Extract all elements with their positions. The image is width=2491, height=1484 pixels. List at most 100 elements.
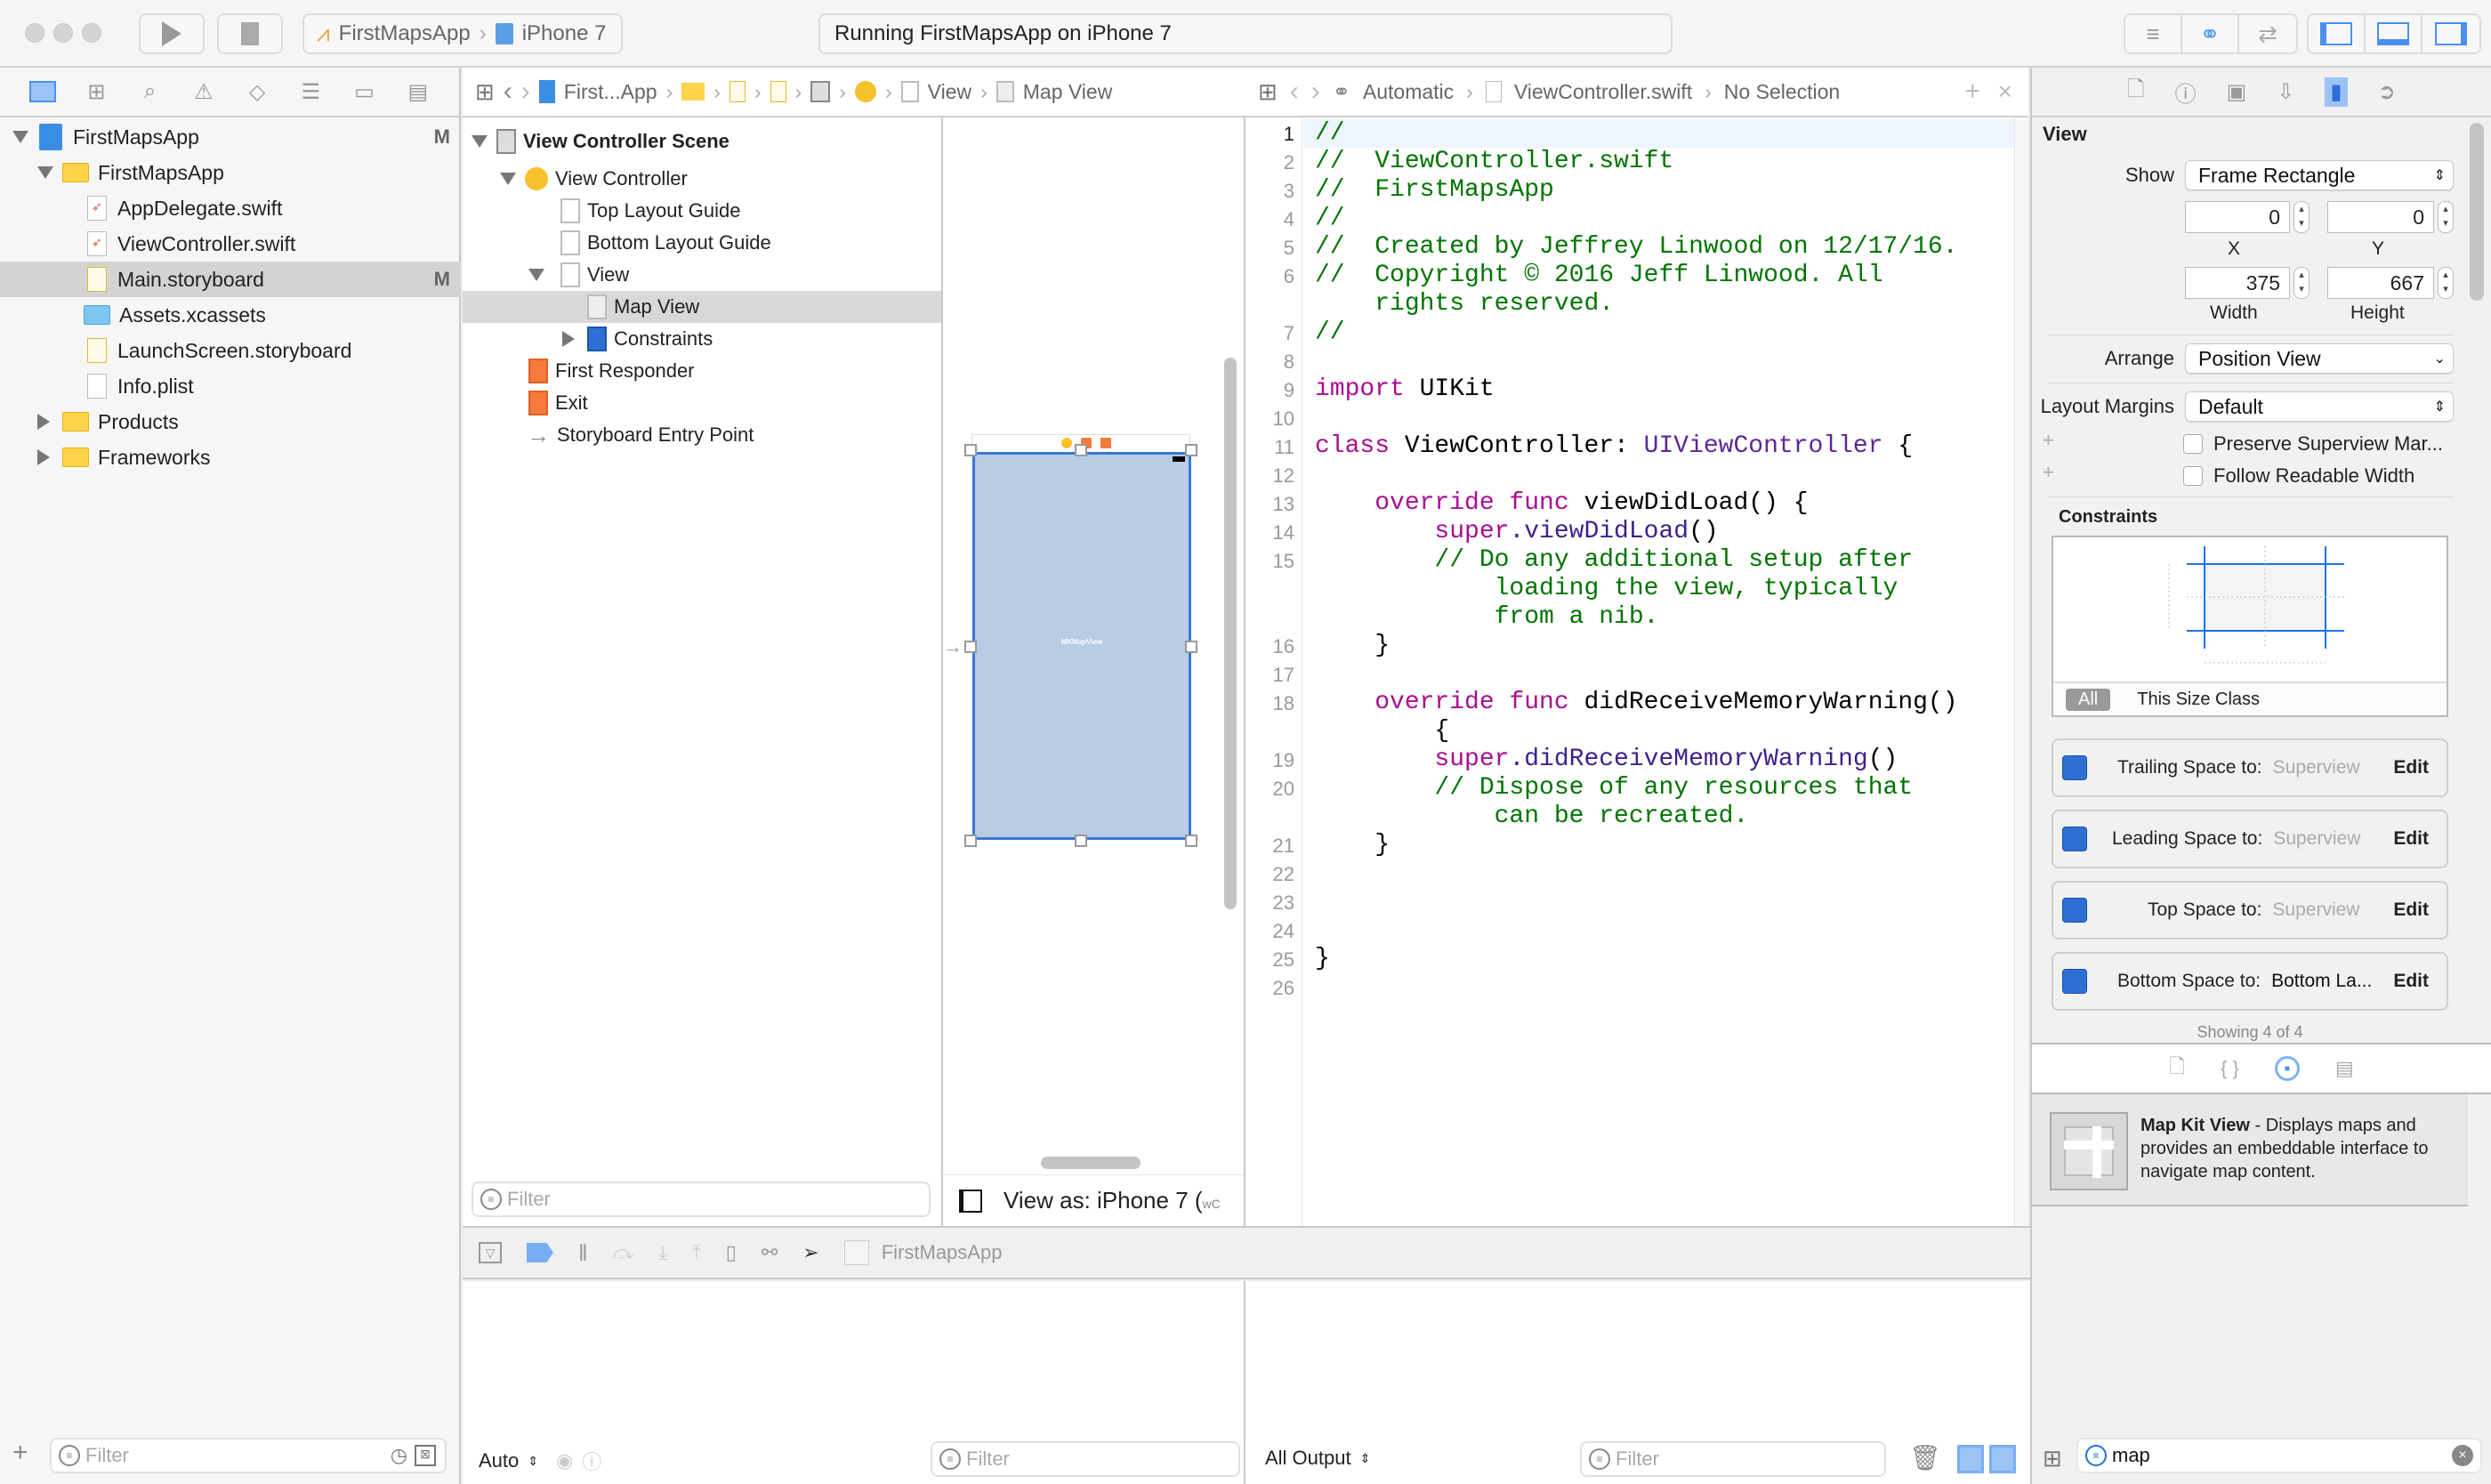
resize-handle[interactable]: [964, 835, 977, 847]
outline-item[interactable]: View Controller: [463, 163, 941, 195]
jump-selection[interactable]: No Selection: [1724, 80, 1840, 104]
disclosure-open-icon[interactable]: [472, 135, 488, 148]
x-field[interactable]: 0: [2185, 201, 2290, 233]
edit-button[interactable]: Edit: [2393, 757, 2429, 778]
add-editor-icon[interactable]: +: [1964, 77, 1980, 107]
breakpoints-toggle-icon[interactable]: [527, 1243, 553, 1262]
storyboard-canvas[interactable]: MKMapView → View as: iPhone 7 (wC: [943, 117, 1246, 1226]
resize-handle[interactable]: [1185, 641, 1197, 653]
outline-item[interactable]: Exit: [463, 387, 941, 419]
media-library-icon[interactable]: ▤: [2335, 1057, 2354, 1080]
jump-item[interactable]: Map View: [1023, 80, 1113, 104]
code-area[interactable]: // // ViewController.swift // FirstMapsA…: [1246, 117, 2028, 1226]
outline-item[interactable]: → Storyboard Entry Point: [463, 419, 941, 451]
test-diamond-icon[interactable]: ◇: [244, 80, 270, 104]
map-view-icon[interactable]: [996, 81, 1014, 102]
editor-scrollbar[interactable]: [2014, 117, 2028, 1226]
nav-item-file[interactable]: Info.plist: [0, 368, 461, 404]
resize-handle[interactable]: [964, 444, 977, 456]
memory-graph-icon[interactable]: ⚯: [762, 1241, 778, 1264]
library-item-map-kit-view[interactable]: Map Kit View - Displays maps and provide…: [2032, 1094, 2468, 1206]
quick-help-icon[interactable]: ⓘ: [2175, 77, 2197, 108]
nav-item-group[interactable]: Products: [0, 404, 461, 440]
vertical-scrollbar[interactable]: [1224, 358, 1237, 909]
disclosure-open-icon[interactable]: [12, 131, 28, 143]
console-filter-input[interactable]: ≡ Filter: [1580, 1441, 1886, 1477]
outline-item[interactable]: View: [463, 259, 941, 291]
scheme-selector[interactable]: ⩘ FirstMapsApp › iPhone 7: [302, 13, 623, 54]
constraint-card[interactable]: Top Space to: Superview Edit: [2052, 881, 2448, 940]
variables-filter-input[interactable]: ≡ Filter: [931, 1441, 1240, 1477]
connections-inspector-icon[interactable]: ➲: [2378, 79, 2396, 105]
report-icon[interactable]: ▤: [405, 80, 431, 104]
disclosure-open-icon[interactable]: [37, 166, 53, 179]
size-class-filter-button[interactable]: This Size Class: [2137, 690, 2260, 710]
clear-filter-icon[interactable]: ×: [2452, 1445, 2473, 1466]
x-stepper[interactable]: ▴ ▾: [2293, 201, 2310, 233]
forward-arrow-icon[interactable]: ›: [1311, 77, 1320, 107]
nav-item-file[interactable]: Assets.xcassets: [0, 297, 461, 333]
view-controller-icon[interactable]: [854, 81, 876, 102]
view-controller-dock-icon[interactable]: [1061, 438, 1072, 448]
navigator-filter-input[interactable]: ≡ Filter ◷ ⊠: [50, 1438, 447, 1473]
recent-clock-icon[interactable]: ◷: [391, 1444, 407, 1467]
margins-popup[interactable]: Default ⇕: [2185, 391, 2454, 422]
debug-list-icon[interactable]: ☰: [297, 80, 324, 104]
storyboard-file-icon[interactable]: [770, 81, 786, 102]
hierarchy-icon[interactable]: ⊞: [83, 80, 109, 104]
trash-icon[interactable]: 🗑: [1909, 1443, 1941, 1472]
variables-scope-selector[interactable]: Auto ⇕ ◉ ⓘ: [479, 1447, 601, 1475]
folder-icon[interactable]: [29, 81, 57, 102]
add-icon[interactable]: +: [12, 1438, 28, 1468]
pause-icon[interactable]: ‖: [578, 1239, 588, 1267]
step-out-icon[interactable]: ⤒: [692, 1241, 701, 1264]
entry-point-arrow-icon[interactable]: →: [943, 635, 963, 658]
horizontal-scrollbar[interactable]: [1041, 1157, 1141, 1169]
stop-button[interactable]: [217, 13, 283, 54]
outline-toggle-icon[interactable]: [959, 1189, 982, 1213]
code-snippet-icon[interactable]: { }: [2221, 1057, 2239, 1080]
add-variation-icon[interactable]: +: [2043, 429, 2054, 452]
run-button[interactable]: [139, 13, 205, 54]
minimize-window-button[interactable]: [53, 23, 73, 43]
version-editor-button[interactable]: ⇄: [2239, 15, 2296, 52]
nav-item-project[interactable]: FirstMapsApp M: [0, 119, 461, 155]
related-items-icon[interactable]: ⊞: [475, 78, 495, 106]
resize-handle[interactable]: [1185, 835, 1197, 847]
preserve-margins-checkbox[interactable]: [2183, 434, 2203, 454]
edit-button[interactable]: Edit: [2393, 971, 2429, 992]
nav-item-file[interactable]: ➶ AppDelegate.swift: [0, 190, 461, 226]
arrange-popup[interactable]: Position View ⌄: [2185, 343, 2454, 374]
folder-icon[interactable]: [681, 83, 705, 101]
constraint-card[interactable]: Bottom Space to: Bottom La... Edit: [2052, 952, 2448, 1011]
inspector-scrollbar[interactable]: [2470, 123, 2484, 301]
outline-item-scene[interactable]: View Controller Scene: [463, 125, 941, 157]
constraint-card[interactable]: Trailing Space to: Superview Edit: [2052, 738, 2448, 797]
disclosure-open-icon[interactable]: [528, 269, 544, 281]
close-editor-icon[interactable]: ×: [1998, 77, 2012, 106]
disclosure-closed-icon[interactable]: [37, 449, 50, 465]
view-as-button[interactable]: View as: iPhone 7 (wC: [1004, 1187, 1221, 1214]
search-icon[interactable]: ⌕: [137, 79, 164, 103]
height-stepper[interactable]: ▴ ▾: [2438, 267, 2454, 299]
view-debugger-icon[interactable]: ▯: [726, 1241, 737, 1264]
outline-item[interactable]: First Responder: [463, 355, 941, 387]
identity-inspector-icon[interactable]: ▣: [2227, 79, 2247, 105]
y-field[interactable]: 0: [2327, 201, 2434, 233]
eye-icon[interactable]: ◉: [556, 1449, 573, 1472]
related-items-icon[interactable]: ⊞: [1258, 78, 1278, 106]
jump-file[interactable]: ViewController.swift: [1514, 80, 1692, 104]
jump-item[interactable]: View: [928, 80, 971, 104]
outline-filter-input[interactable]: ≡ Filter: [472, 1182, 931, 1217]
show-variables-icon[interactable]: [1957, 1445, 1984, 1473]
readable-width-checkbox[interactable]: [2183, 466, 2203, 486]
edit-button[interactable]: Edit: [2393, 828, 2429, 850]
step-over-icon[interactable]: ⤼: [613, 1241, 634, 1264]
y-stepper[interactable]: ▴ ▾: [2438, 201, 2454, 233]
disclosure-closed-icon[interactable]: [37, 414, 50, 430]
resize-handle[interactable]: [1185, 444, 1197, 456]
file-inspector-icon[interactable]: 🗋: [2127, 74, 2144, 110]
back-arrow-icon[interactable]: ‹: [504, 77, 512, 107]
disclosure-open-icon[interactable]: [500, 173, 516, 185]
resize-handle[interactable]: [1075, 444, 1087, 456]
